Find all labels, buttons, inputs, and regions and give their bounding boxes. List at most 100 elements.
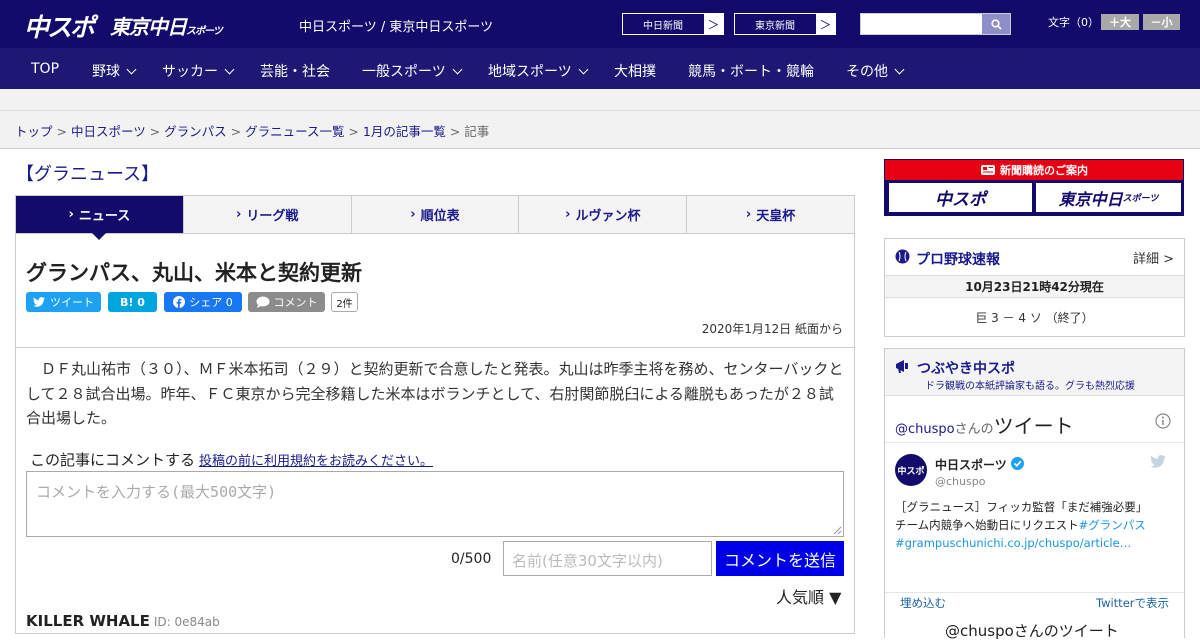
tokyo-chunichi-logo[interactable]: 東京中日スポーツ (110, 11, 223, 40)
chunichi-shimbun-label: 中日新聞 (643, 20, 683, 32)
breadcrumb-grampus[interactable]: グランパス (164, 124, 227, 139)
tweet-button[interactable]: ツイート (26, 292, 101, 312)
breadcrumb: トップ > 中日スポーツ > グランパス > グラニュース一覧 > 1月の記事一… (0, 111, 1200, 149)
breadcrumb-current: 記事 (464, 124, 490, 139)
comment-char-counter: 0/500 (451, 551, 492, 567)
avatar[interactable]: 中スポ (895, 454, 927, 486)
tab-emperors-cup[interactable]: › 天皇杯 (687, 196, 854, 233)
nav-item-baseball[interactable]: 野球 (92, 61, 137, 81)
tweet-hashtag[interactable]: #グランパス (1079, 518, 1146, 532)
nav-label: 地域スポーツ (488, 64, 572, 80)
view-on-twitter-link[interactable]: Twitterで表示 (1096, 595, 1169, 611)
tweets-footer-link[interactable]: @chuspoさんのツイート (945, 620, 1119, 641)
baseball-icon (895, 249, 910, 264)
tab-label: 天皇杯 (756, 209, 796, 224)
font-smaller-button[interactable]: －小 (1143, 14, 1180, 30)
baseball-title: プロ野球速報 (916, 252, 1000, 268)
twitter-bird-icon[interactable] (1150, 455, 1166, 468)
breadcrumb-news-list[interactable]: グラニュース一覧 (245, 124, 344, 139)
breadcrumb-chunichi-sports[interactable]: 中日スポーツ (71, 124, 146, 139)
terms-link[interactable]: 投稿の前に利用規約をお読みください。 (199, 454, 433, 469)
nav-label: 大相撲 (614, 64, 656, 80)
baseball-score[interactable]: 巨 3 － 4 ソ （終了） (885, 309, 1184, 326)
nav-item-sumo[interactable]: 大相撲 (614, 61, 656, 81)
article-body: ＤＦ丸山祐市（３０）、ＭＦ米本拓司（２９）と契約更新で合意したと発表。丸山は昨季… (26, 360, 844, 427)
divider (16, 347, 854, 348)
facebook-label: シェア 0 (189, 296, 233, 309)
main-nav: TOP 野球 サッカー 芸能・社会 一般スポーツ 地域スポーツ 大相撲 競馬・ボ… (0, 48, 1200, 89)
baseball-detail-link[interactable]: 詳細 > (1133, 248, 1174, 267)
nav-item-racing[interactable]: 競馬・ボート・競輪 (688, 61, 814, 81)
comment-count-badge[interactable]: 2件 (331, 292, 358, 312)
resize-handle-icon[interactable] (833, 526, 842, 535)
tweets-subtitle: ドラ観戦の本紙評論家も語る。グラも熱烈応援 (925, 381, 1135, 392)
chevron-down-icon (224, 64, 235, 75)
chevron-down-icon (894, 64, 905, 75)
breadcrumb-sep: > (226, 124, 246, 139)
tweets-title: つぶやき中スポ (917, 361, 1015, 377)
tokyo-shimbun-label: 東京新聞 (755, 20, 795, 32)
tweet-author[interactable]: 中日スポーツ (935, 456, 1007, 473)
info-icon[interactable] (1155, 413, 1171, 429)
name-input[interactable]: 名前(任意30文字以内) (503, 541, 712, 576)
tweet-line-2: チーム内競争へ始動日にリクエスト#グランパス (895, 516, 1175, 534)
tab-levain-cup[interactable]: › ルヴァン杯 (519, 196, 688, 233)
comment-author-id: ID: 0e84ab (153, 615, 220, 629)
section-tabs: › ニュース › リーグ戦 › 順位表 › ルヴァン杯 › 天皇杯 (15, 195, 855, 240)
tokyo-shimbun-button[interactable]: 東京新聞 ＞ (734, 13, 836, 35)
chevron-right-icon: › (745, 207, 752, 222)
nav-item-entertainment[interactable]: 芸能・社会 (260, 61, 330, 81)
nav-item-top[interactable]: TOP (31, 61, 59, 77)
chevron-right-icon: ＞ (815, 14, 835, 34)
verified-icon (1011, 457, 1024, 470)
tab-league[interactable]: › リーグ戦 (184, 196, 352, 233)
tweet-label: ツイート (50, 296, 94, 309)
comment-label: コメント (273, 296, 318, 309)
top-header: 中スポ 東京中日スポーツ 中日スポーツ / 東京中日スポーツ 中日新聞 ＞ 東京新… (0, 0, 1200, 48)
comment-textarea[interactable]: コメントを入力する(最大500文字) (26, 471, 844, 537)
breadcrumb-month-list[interactable]: 1月の記事一覧 (363, 124, 446, 139)
tweet-handle[interactable]: @chuspo (935, 475, 985, 488)
breadcrumb-sep: > (445, 124, 465, 139)
search-input[interactable] (860, 13, 1011, 35)
nav-label: 一般スポーツ (362, 64, 446, 80)
chunichi-shimbun-button[interactable]: 中日新聞 ＞ (622, 13, 724, 35)
subscription-banner[interactable]: 新聞購読のご案内 中スポ 東京中日 スポーツ (884, 159, 1184, 216)
megaphone-icon (896, 360, 908, 373)
breadcrumb-sep: > (52, 124, 71, 139)
nav-item-local-sports[interactable]: 地域スポーツ (488, 61, 589, 81)
baseball-header: プロ野球速報 詳細 > (885, 239, 1184, 276)
chevron-down-icon (452, 64, 463, 75)
chevron-right-icon: › (68, 207, 74, 222)
subscribe-tokyo-chunichi-button[interactable]: 東京中日 スポーツ (1036, 183, 1181, 212)
search-icon[interactable] (982, 14, 1010, 34)
tab-standings[interactable]: › 順位表 (352, 196, 520, 233)
breadcrumb-top[interactable]: トップ (15, 124, 53, 139)
tab-label: リーグ戦 (246, 209, 299, 224)
nav-item-other[interactable]: その他 (846, 61, 905, 81)
chevron-down-icon (126, 64, 137, 75)
font-larger-button[interactable]: ＋大 (1101, 14, 1139, 30)
nav-item-general-sports[interactable]: 一般スポーツ (362, 61, 463, 81)
sort-dropdown[interactable]: 人気順 ▼ (776, 584, 841, 608)
hatena-button[interactable]: B! 0 (108, 292, 157, 312)
tweet-header-big: ツイート (993, 414, 1074, 438)
nav-label: TOP (31, 61, 60, 77)
comment-author: KILLER WHALE ID: 0e84ab (26, 612, 220, 630)
facebook-share-button[interactable]: シェア 0 (164, 292, 242, 312)
tab-news[interactable]: › ニュース (16, 196, 184, 240)
article-date: 2020年1月12日 紙面から (701, 322, 843, 336)
chuspo-logo[interactable]: 中スポ (24, 8, 95, 44)
chevron-right-icon: ＞ (703, 14, 723, 34)
site-names[interactable]: 中日スポーツ / 東京中日スポーツ (299, 16, 493, 35)
chevron-right-icon: › (236, 207, 242, 222)
nav-item-soccer[interactable]: サッカー (162, 61, 235, 81)
embed-link[interactable]: 埋め込む (900, 595, 946, 611)
tokyo-chunichi-sub: スポーツ (1122, 194, 1159, 204)
submit-comment-button[interactable]: コメントを送信 (716, 541, 844, 576)
subscribe-chuspo-button[interactable]: 中スポ (889, 183, 1032, 212)
comment-button[interactable]: コメント (248, 292, 325, 312)
baseball-time: 10月23日21時42分現在 (885, 276, 1184, 298)
tweet-link[interactable]: #grampuschunichi.co.jp/chuspo/article… (895, 534, 1175, 552)
tweet-header-user[interactable]: @chuspo (895, 422, 955, 437)
